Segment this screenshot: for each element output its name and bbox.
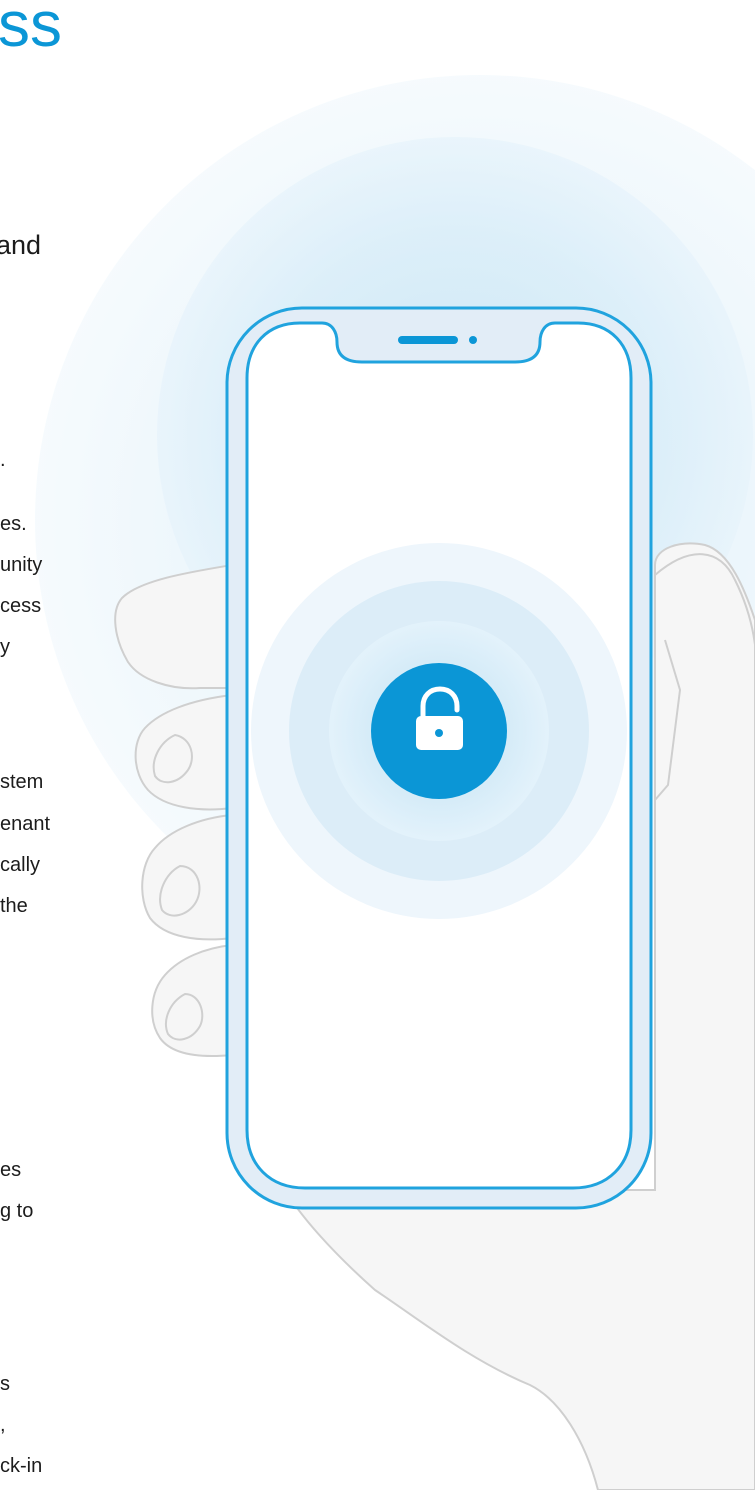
paragraph-4-line-2: ,: [0, 1414, 6, 1436]
paragraph-2-line-2: enant: [0, 813, 51, 835]
illustration: [35, 75, 755, 1490]
paragraph-1-line-2: es.: [0, 513, 27, 535]
paragraph-4-line-3: ck-in: [0, 1455, 43, 1477]
paragraph-2-line-4: the: [0, 895, 28, 917]
camera-dot: [469, 336, 477, 344]
finger-4: [151, 943, 233, 1058]
speaker-slot: [398, 336, 458, 344]
paragraph-3-line-1: es: [0, 1159, 22, 1181]
paragraph-1-line-4: cess: [0, 595, 42, 617]
page-headline: ss: [0, 0, 62, 60]
section-subhead: and: [0, 230, 42, 260]
paragraph-4-line-1: s: [0, 1373, 10, 1395]
paragraph-1-line-5: y: [0, 636, 10, 658]
paragraph-1-line-3: unity: [0, 554, 43, 576]
paragraph-1-line-1: .: [0, 449, 6, 471]
paragraph-3-line-2: g to: [0, 1200, 34, 1222]
paragraph-2-line-1: stem: [0, 771, 44, 793]
paragraph-2-line-3: cally: [0, 854, 41, 876]
finger-3: [141, 813, 233, 941]
